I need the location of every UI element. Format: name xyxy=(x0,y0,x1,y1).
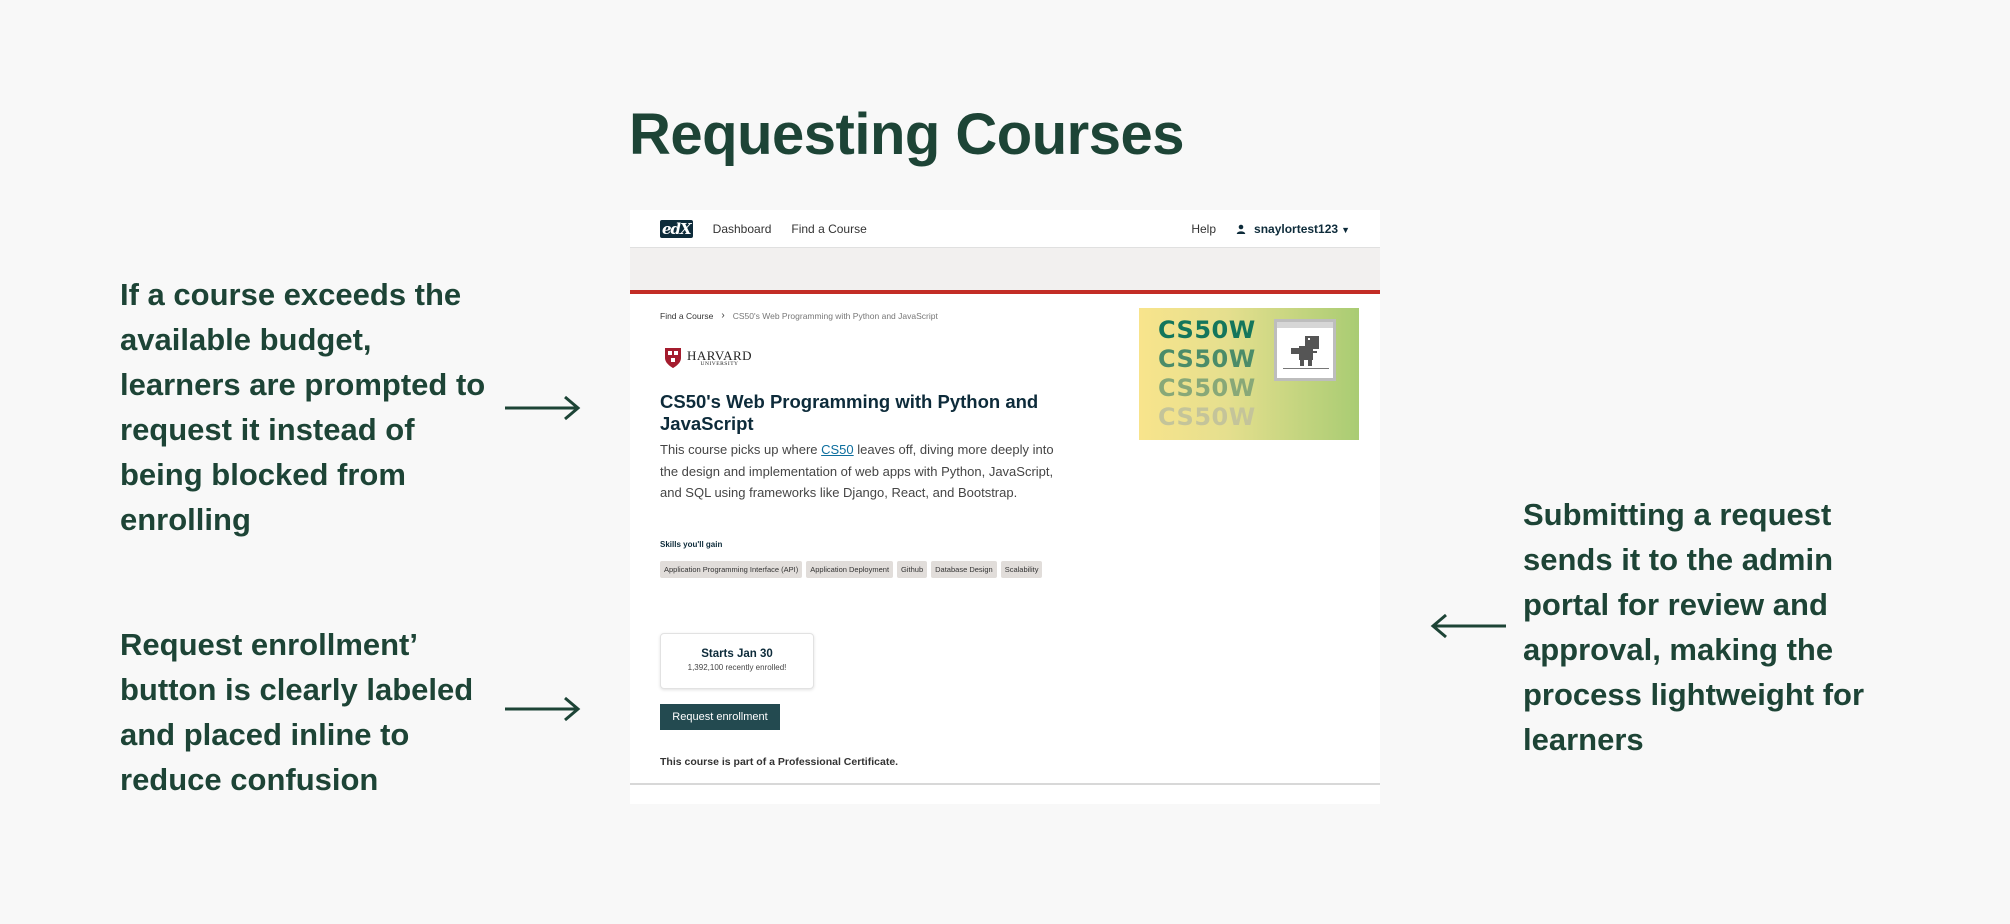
course-image-text: CS50W xyxy=(1158,374,1256,402)
edx-logo[interactable]: edX xyxy=(660,219,693,238)
hero-band xyxy=(630,248,1380,294)
slide-title: Requesting Courses xyxy=(629,102,1185,167)
note-budget-prompt: If a course exceeds the available budget… xyxy=(120,277,486,537)
arrow-right-icon xyxy=(505,696,581,722)
harvard-shield-icon xyxy=(665,348,681,368)
course-image-text: CS50W xyxy=(1158,403,1256,431)
user-icon xyxy=(1236,224,1246,234)
description-text-start: This course picks up where xyxy=(660,442,822,457)
arrow-right-icon xyxy=(505,395,581,421)
browser-window-graphic xyxy=(1274,319,1336,381)
skill-chip: Application Programming Interface (API) xyxy=(660,561,803,578)
note-request-button: Request enrollment’ button is clearly la… xyxy=(120,627,474,797)
skill-chip: Application Deployment xyxy=(806,561,894,578)
chevron-down-icon: ▼ xyxy=(1341,224,1350,235)
course-image: CS50W CS50W CS50W CS50W xyxy=(1139,308,1359,440)
skill-chip: Github xyxy=(897,561,928,578)
breadcrumb: Find a Course › CS50's Web Programming w… xyxy=(660,310,938,321)
start-date: Starts Jan 30 xyxy=(701,648,773,660)
course-image-text: CS50W xyxy=(1158,345,1256,373)
course-image-text: CS50W xyxy=(1158,316,1256,344)
dinosaur-icon xyxy=(1283,336,1329,369)
note-admin-portal: Submitting a request sends it to the adm… xyxy=(1523,497,1865,757)
course-page-screenshot: edX Dashboard Find a Course Help snaylor… xyxy=(630,210,1380,804)
nav-dashboard[interactable]: Dashboard xyxy=(713,222,772,236)
skills-heading: Skills you'll gain xyxy=(660,540,723,549)
course-description: This course picks up where CS50 leaves o… xyxy=(660,439,1070,504)
skills-list: Application Programming Interface (API) … xyxy=(660,561,1050,578)
help-link[interactable]: Help xyxy=(1191,222,1216,236)
divider xyxy=(630,783,1380,785)
enrolled-count: 1,392,100 recently enrolled! xyxy=(687,663,787,672)
username: snaylortest123 xyxy=(1254,221,1339,236)
start-date-card: Starts Jan 30 1,392,100 recently enrolle… xyxy=(660,633,814,689)
chevron-right-icon: › xyxy=(721,310,725,321)
arrow-left-icon xyxy=(1430,613,1506,639)
breadcrumb-find-a-course[interactable]: Find a Course xyxy=(660,311,713,321)
cs50-link[interactable]: CS50 xyxy=(821,442,854,457)
skill-chip: Scalability xyxy=(1000,561,1043,578)
request-enrollment-button[interactable]: Request enrollment xyxy=(660,704,780,730)
harvard-wordmark: HARVARD xyxy=(687,347,753,363)
nav-find-a-course[interactable]: Find a Course xyxy=(791,222,866,236)
breadcrumb-current: CS50's Web Programming with Python and J… xyxy=(732,310,938,321)
certificate-note: This course is part of a Professional Ce… xyxy=(660,756,899,768)
user-menu[interactable]: snaylortest123 ▼ xyxy=(1254,222,1350,236)
skill-chip: Database Design xyxy=(931,561,997,578)
harvard-logo: HARVARD UNIVERSITY xyxy=(664,347,752,369)
course-title: CS50's Web Programming with Python and J… xyxy=(660,391,1039,434)
top-navigation: edX Dashboard Find a Course Help snaylor… xyxy=(630,210,1380,248)
